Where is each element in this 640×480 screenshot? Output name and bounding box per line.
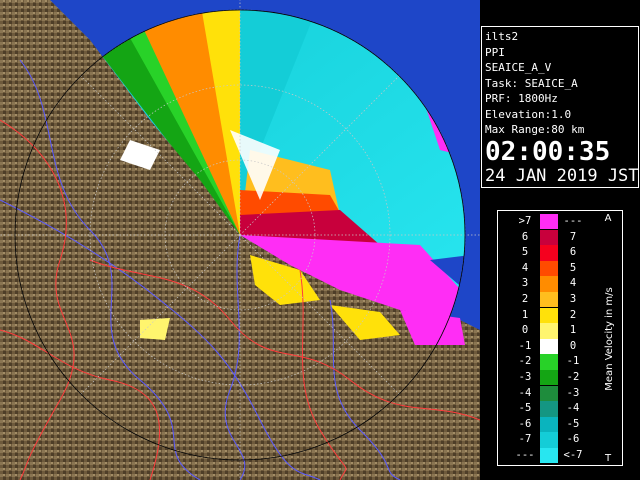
legend-color-swatch: [540, 323, 558, 339]
legend-row-low: -5: [518, 402, 532, 415]
legend-row-high: -5: [566, 417, 580, 430]
product-name: SEAICE_A_V: [485, 61, 552, 74]
legend-color-swatch: [540, 338, 558, 355]
legend-title-vertical: A Mean Velocity in m/s T: [604, 213, 615, 464]
legend-row-low: 0: [521, 324, 529, 337]
legend-top-mark: A: [605, 213, 612, 224]
legend-color-swatch: [540, 245, 558, 261]
legend-row-high: 7: [569, 230, 577, 243]
velocity-legend: >7 --- 6 7 5 6 4 5 3 4 2 3 1 2 0 1 -1 0 -2 -1 -3 -2 -4 -3 -5 -4 -6…: [497, 210, 623, 466]
legend-row-low: 3: [521, 277, 529, 290]
legend-row-low: 2: [521, 293, 529, 305]
legend-row-high: 0: [569, 339, 577, 352]
legend-color-swatch: [540, 401, 558, 417]
scan-info-panel: ilts2 PPI SEAICE_A_V Task: SEAICE_A PRF:…: [481, 26, 639, 188]
legend-row-low: -1: [518, 339, 532, 352]
legend-row-high: 5: [569, 261, 577, 274]
elevation-value: Elevation:1.0: [485, 107, 572, 121]
legend-color-swatch: [540, 370, 558, 386]
legend-color-swatch: [540, 354, 558, 370]
legend-row-high: 6: [569, 246, 577, 259]
max-range-value: Max Range:80 km: [485, 123, 585, 136]
legend-row-low: 6: [521, 230, 529, 243]
legend-row-low: -7: [518, 433, 532, 446]
prf-value: PRF: 1800Hz: [485, 92, 558, 105]
legend-color-swatch: [540, 448, 558, 464]
legend-row-high: 3: [569, 293, 577, 305]
legend-color-swatch: [540, 214, 558, 230]
legend-row-high: 4: [569, 277, 577, 290]
legend-row-low: -3: [518, 371, 532, 383]
station-name: ilts2: [485, 30, 519, 43]
task-name: Task: SEAICE_A: [485, 76, 578, 90]
scan-date: 24 JAN 2019 JST: [485, 165, 639, 186]
legend-row-high: <-7: [563, 449, 583, 461]
legend-bottom-mark: T: [604, 453, 612, 464]
legend-color-swatch: [540, 276, 558, 292]
legend-row-low: 4: [521, 261, 529, 274]
legend-color-swatch: [540, 385, 558, 401]
legend-color-swatch: [540, 432, 558, 448]
legend-color-swatch: [540, 307, 558, 323]
legend-color-swatch: [540, 260, 558, 277]
legend-row-high: -2: [566, 371, 580, 383]
legend-color-swatch: [540, 292, 558, 308]
radar-map-canvas: [0, 0, 480, 480]
legend-row-low: -2: [518, 355, 532, 368]
legend-row-high: ---: [563, 215, 583, 227]
scan-mode: PPI: [485, 45, 505, 59]
legend-row-low: 5: [521, 246, 529, 259]
legend-color-swatch: [540, 416, 558, 433]
scan-time: 02:00:35: [485, 136, 611, 167]
legend-row-high: 2: [569, 308, 577, 321]
legend-title: Mean Velocity in m/s: [604, 287, 615, 390]
legend-row-high: -4: [566, 402, 580, 415]
legend-row-low: -4: [518, 386, 532, 399]
legend-row-high: -3: [566, 386, 580, 399]
legend-row-low: ---: [515, 449, 535, 461]
legend-color-swatch: [540, 229, 558, 245]
legend-row-low: -6: [518, 417, 532, 430]
radar-ppi-map[interactable]: [0, 0, 480, 480]
legend-row-high: -1: [566, 355, 580, 368]
legend-row-low: 1: [521, 308, 529, 321]
legend-row-low: >7: [518, 215, 532, 227]
legend-row-high: 1: [569, 324, 577, 337]
legend-row-high: -6: [566, 433, 580, 446]
